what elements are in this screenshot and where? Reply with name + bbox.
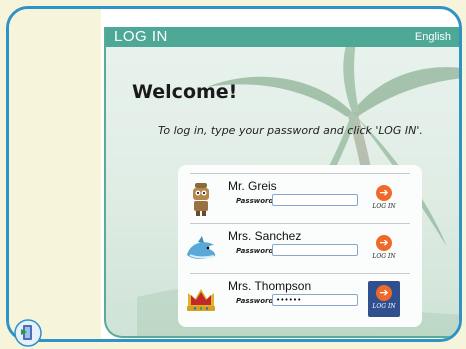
password-label: Password: [236,297,277,305]
user-list[interactable]: Mr. Greis Password: ➔ LOG IN Mrs. Sanche… [178,165,422,327]
user-row-thompson: Mrs. Thompson Password: •••••• ➔ LOG IN [178,273,410,323]
user-name: Mr. Greis [228,179,277,193]
robot-avatar-icon [193,183,209,216]
arrow-right-circle-icon: ➔ [376,235,392,251]
instructions-text: To log in, type your password and click … [158,124,423,137]
user-name: Mrs. Thompson [228,279,312,293]
login-button[interactable]: ➔ LOG IN [368,231,400,267]
login-button-label: LOG IN [372,303,396,310]
arrow-right-circle-icon: ➔ [376,185,392,201]
login-button-label: LOG IN [372,253,396,260]
password-field[interactable] [272,244,358,256]
password-field[interactable] [272,194,358,206]
row-divider [190,173,410,174]
login-button[interactable]: ➔ LOG IN [368,281,400,317]
page-title: Welcome! [132,81,238,103]
title-bar: LOG IN English - [106,27,462,47]
row-divider [190,223,410,224]
outer-frame: LOG IN English - Welcome! To log in, typ… [6,6,462,342]
user-name: Mrs. Sanchez [228,229,302,243]
user-row-greis: Mr. Greis Password: ➔ LOG IN [178,173,410,223]
left-margin [9,9,101,339]
minimize-button[interactable]: - [461,30,462,43]
row-divider [190,273,410,274]
window-title: LOG IN [114,28,168,45]
arrow-right-circle-icon: ➔ [376,285,392,301]
password-label: Password: [236,247,277,255]
password-label: Password: [236,197,277,205]
login-button-label: LOG IN [372,203,396,210]
language-selector[interactable]: English [415,31,451,43]
crown-avatar-icon [187,289,215,311]
login-button[interactable]: ➔ LOG IN [368,181,400,217]
user-row-sanchez: Mrs. Sanchez Password: ➔ LOG IN [178,223,410,273]
dolphin-avatar-icon [187,236,216,259]
app-launcher-icon[interactable] [14,319,42,347]
password-field[interactable]: •••••• [272,294,358,306]
login-panel: LOG IN English - Welcome! To log in, typ… [104,27,462,338]
